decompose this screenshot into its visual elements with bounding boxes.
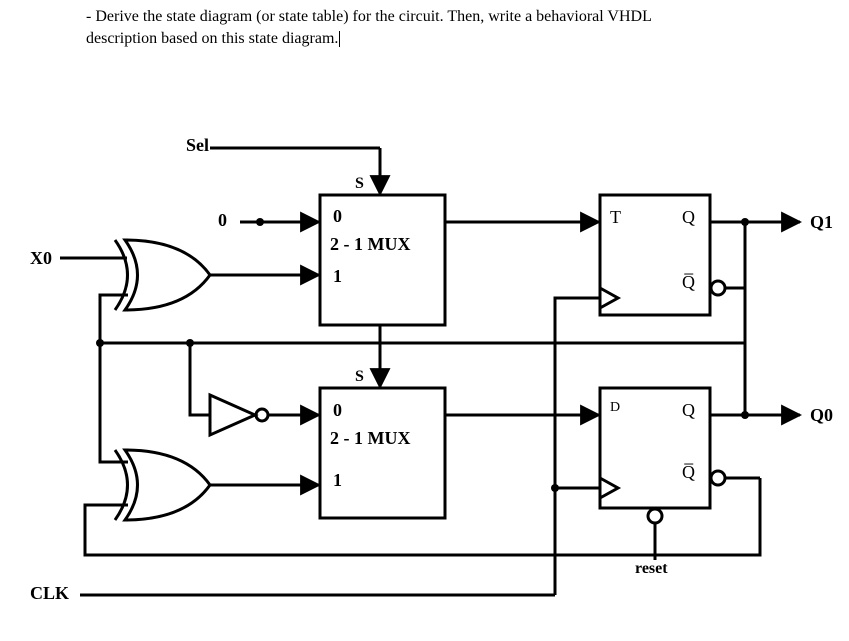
sel-lead-svg bbox=[0, 0, 849, 641]
page: - Derive the state diagram (or state tab… bbox=[0, 0, 849, 641]
